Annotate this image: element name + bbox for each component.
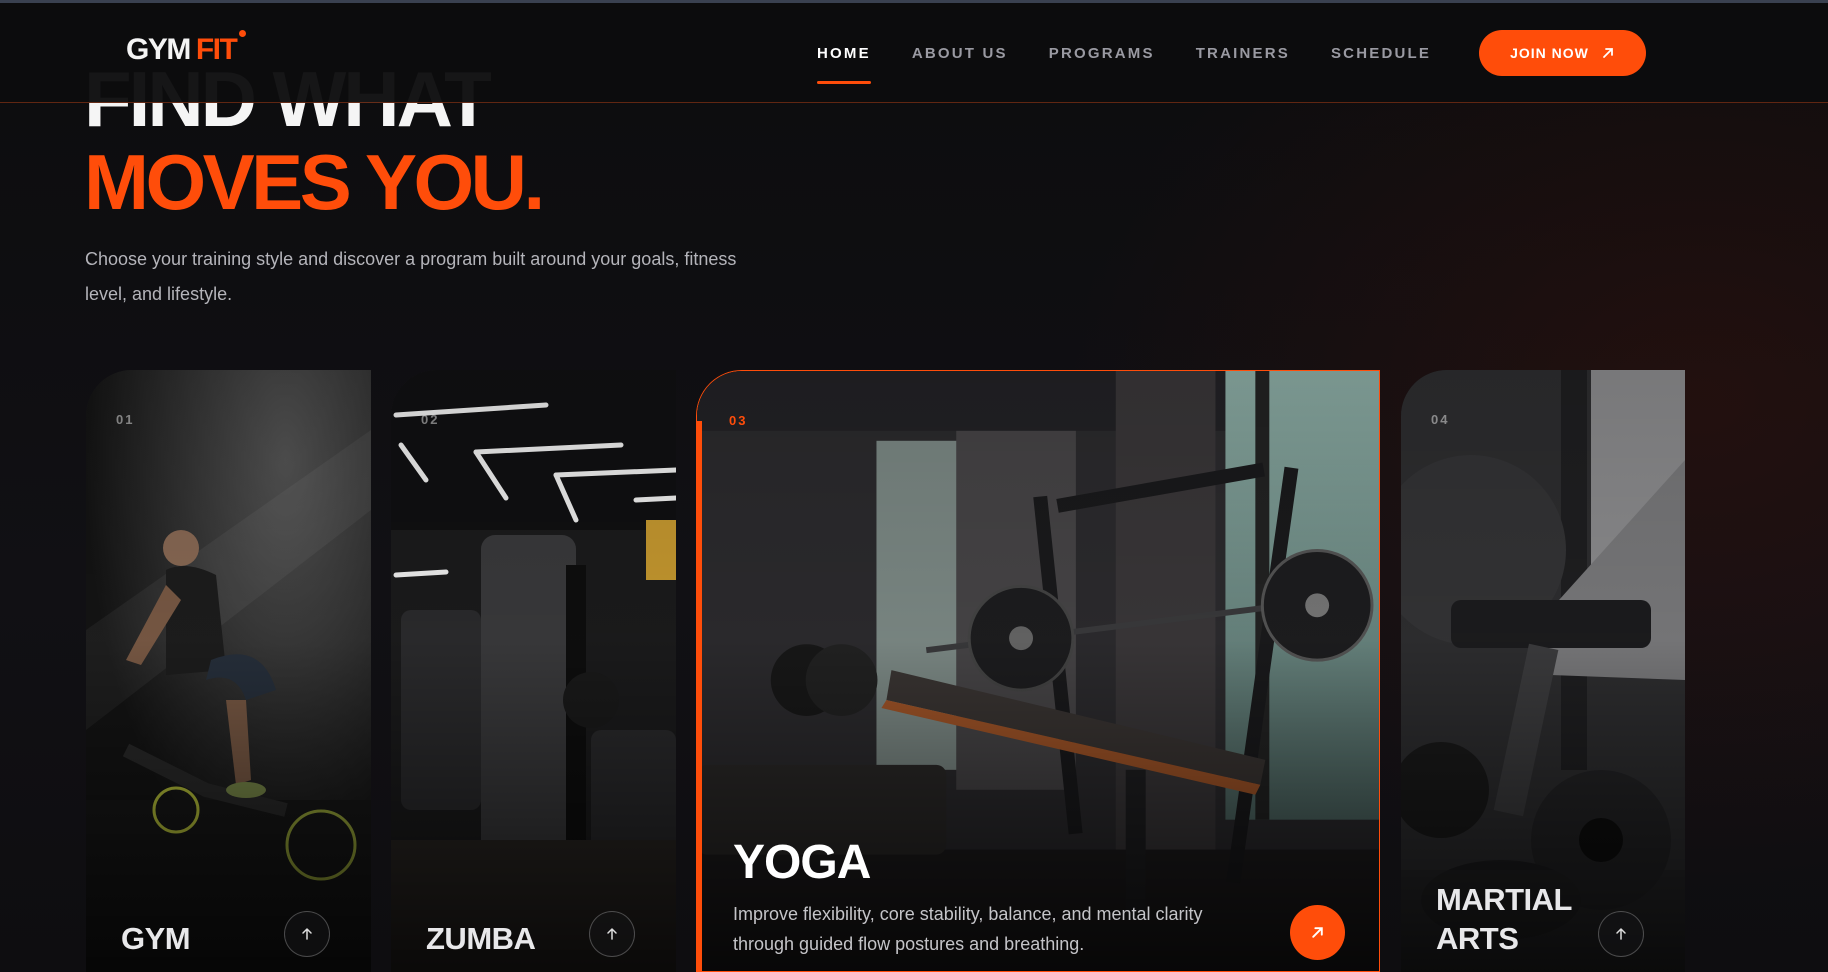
nav-links: HOME ABOUT US PROGRAMS TRAINERS SCHEDULE	[817, 45, 1472, 84]
navbar: GYM FIT HOME ABOUT US PROGRAMS TRAINERS …	[0, 3, 1828, 103]
card-expand-button[interactable]	[589, 911, 635, 957]
card-open-button[interactable]	[1290, 905, 1345, 960]
arrow-up-icon	[607, 927, 617, 940]
program-card-martial-arts[interactable]: 04 MARTIAL ARTS	[1401, 370, 1685, 972]
arrow-up-right-icon	[1312, 927, 1323, 938]
nav-link-programs[interactable]: PROGRAMS	[1049, 45, 1155, 62]
card-description: Improve flexibility, core stability, bal…	[733, 904, 1203, 954]
program-card-gym[interactable]: 01 GYM	[86, 370, 371, 972]
card-title: ZUMBA	[426, 921, 536, 956]
card-title: YOGA	[733, 836, 871, 889]
card-number: 03	[729, 413, 748, 428]
program-card-yoga[interactable]: 03 YOGA Improve flexibility, core stabil…	[696, 370, 1380, 972]
card-shade	[86, 370, 371, 972]
join-now-label: JOIN NOW	[1510, 45, 1589, 61]
card-expand-button[interactable]	[1598, 911, 1644, 957]
card-number: 02	[421, 412, 440, 427]
logo[interactable]: GYM FIT	[126, 30, 247, 67]
logo-word-gym: GYM	[126, 33, 191, 66]
nav-link-trainers[interactable]: TRAINERS	[1196, 45, 1290, 62]
card-shade	[391, 370, 676, 972]
card-title: GYM	[121, 921, 191, 956]
arrow-up-icon	[302, 927, 312, 940]
nav-link-schedule[interactable]: SCHEDULE	[1331, 45, 1431, 62]
program-card-zumba[interactable]: 02 ZUMBA	[391, 370, 676, 972]
card-expand-button[interactable]	[284, 911, 330, 957]
nav-link-about-us[interactable]: ABOUT US	[912, 45, 1008, 62]
logo-word-fit: FIT	[195, 33, 238, 66]
join-now-button[interactable]: JOIN NOW	[1479, 30, 1646, 76]
hero-title-line2: MOVES YOU.	[84, 138, 545, 226]
active-accent-bar	[697, 421, 702, 971]
nav-link-home[interactable]: HOME	[817, 45, 871, 84]
card-number: 04	[1431, 412, 1450, 427]
arrow-up-icon	[1616, 927, 1626, 940]
card-title: MARTIAL ARTS	[1436, 882, 1572, 956]
arrow-up-right-icon	[1602, 48, 1613, 58]
card-number: 01	[116, 412, 135, 427]
hero-subtitle: Choose your training style and discover …	[85, 249, 737, 304]
logo-dot-icon	[239, 30, 247, 37]
